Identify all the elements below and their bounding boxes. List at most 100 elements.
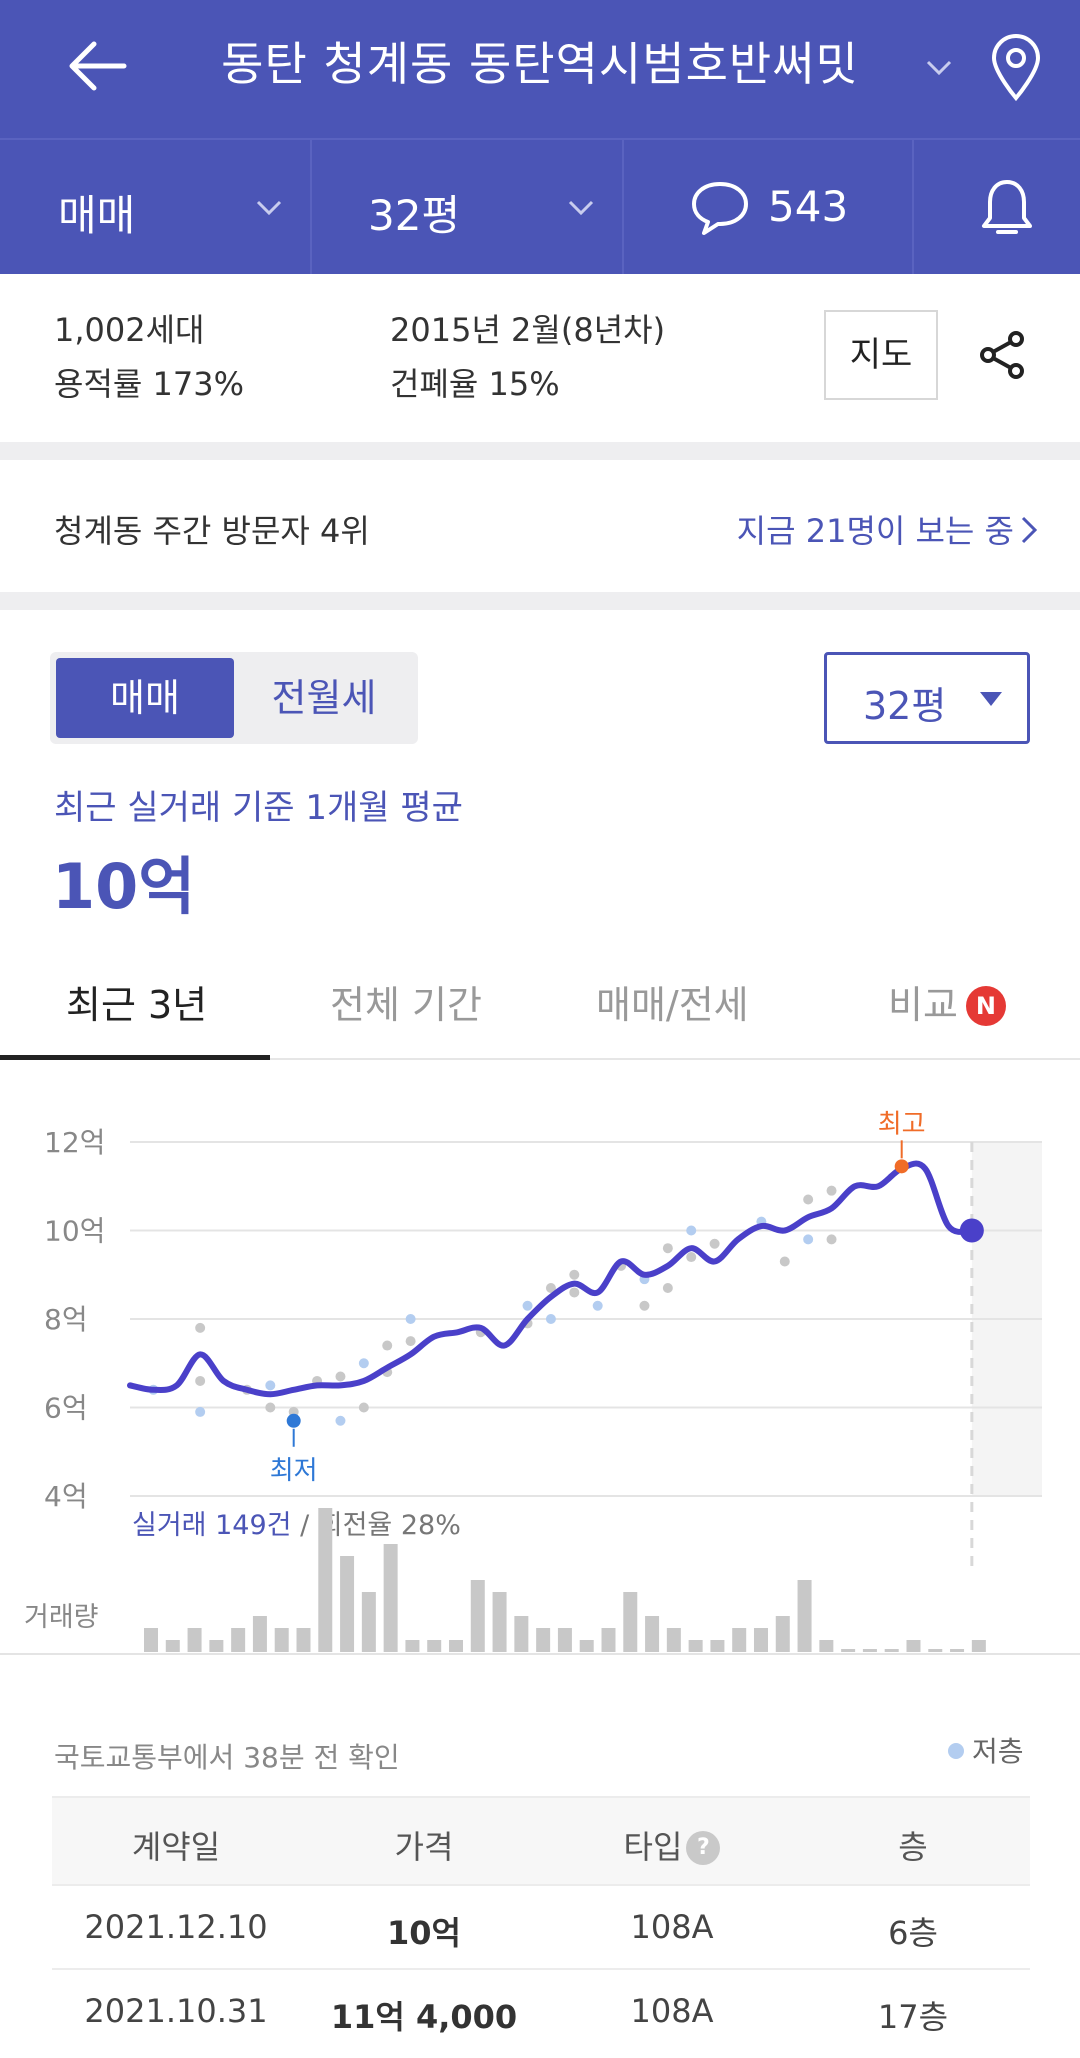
- volume-bar: [841, 1649, 856, 1652]
- floor-area-ratio: 용적률 173%: [54, 365, 244, 403]
- header-date: 계약일: [131, 1828, 221, 1866]
- transaction-point: [569, 1269, 580, 1280]
- price-trend-line: [127, 1160, 975, 1398]
- transaction-point: [335, 1415, 346, 1426]
- low-floor-dot: [948, 1743, 964, 1759]
- lowest-label: 최저: [270, 1456, 318, 1486]
- transaction-point: [779, 1256, 790, 1267]
- lowest-point: [286, 1413, 301, 1428]
- header-type: 타입?: [548, 1822, 796, 1868]
- transaction-point: [569, 1287, 580, 1298]
- transaction-point: [405, 1336, 416, 1347]
- transaction-point: [405, 1314, 416, 1324]
- transaction-point: [709, 1238, 720, 1249]
- volume-bar: [710, 1640, 725, 1652]
- volume-bar: [797, 1580, 812, 1652]
- chevron-down-icon: [568, 200, 594, 216]
- row-date: 2021.12.10: [84, 1908, 268, 1946]
- complex-info: 1,002세대 용적률 173% 2015년 2월(8년차) 건폐율 15% 지…: [0, 274, 1080, 442]
- tab-all-period[interactable]: 전체 기간: [330, 974, 482, 1029]
- volume-bar: [579, 1640, 594, 1652]
- map-pin-icon[interactable]: [988, 32, 1044, 102]
- volume-bar: [601, 1628, 616, 1652]
- app-header: 동탄 청계동 동탄역시범호반써밋: [0, 0, 1080, 138]
- volume-bar: [361, 1592, 376, 1652]
- row-price: 11억 4,000: [330, 1998, 518, 2036]
- volume-bar: [296, 1628, 311, 1652]
- tab-recent-3y[interactable]: 최근 3년: [66, 974, 207, 1029]
- volume-bar: [688, 1640, 703, 1652]
- segment-rent[interactable]: 전월세: [236, 658, 412, 738]
- table-row[interactable]: 2021.12.10 10억 108A 6층: [52, 1884, 1030, 1968]
- comments-button[interactable]: 543: [624, 140, 914, 274]
- transaction-point: [662, 1243, 673, 1254]
- volume-bar: [318, 1508, 333, 1652]
- row-floor: 17층: [877, 1998, 949, 2036]
- map-button[interactable]: 지도: [824, 310, 938, 400]
- transaction-point: [826, 1185, 837, 1196]
- transaction-point: [826, 1234, 837, 1245]
- tab-compare-label: 비교: [888, 983, 958, 1027]
- filter-bar: 매매 32평 543: [0, 138, 1080, 274]
- visitor-rank: 청계동 주간 방문자 4위: [54, 512, 370, 550]
- transaction-point: [686, 1252, 697, 1263]
- row-date: 2021.10.31: [84, 1992, 268, 2030]
- volume-bar: [775, 1616, 790, 1652]
- speech-bubble-icon: [692, 182, 748, 235]
- table-row[interactable]: 2021.10.31 11억 4,000 108A 17층: [52, 1968, 1030, 2052]
- y-tick-label: 12억: [44, 1126, 105, 1159]
- deal-type-dropdown[interactable]: 매매: [0, 140, 312, 274]
- volume-bar: [187, 1628, 202, 1652]
- volume-bar: [448, 1640, 463, 1652]
- volume-bar: [819, 1640, 834, 1652]
- y-tick-label: 6억: [44, 1392, 88, 1425]
- volume-bar: [645, 1616, 660, 1652]
- volume-bar: [252, 1616, 267, 1652]
- comment-count: 543: [768, 182, 849, 231]
- page-title[interactable]: 동탄 청계동 동탄역시범호반써밋: [190, 28, 890, 100]
- data-checked-note: 국토교통부에서 38분 전 확인: [54, 1741, 400, 1774]
- volume-bar: [231, 1628, 246, 1652]
- y-tick-label: 10억: [44, 1215, 105, 1248]
- volume-bar: [884, 1649, 899, 1652]
- volume-bar: [405, 1640, 420, 1652]
- transaction-point: [195, 1375, 206, 1386]
- current-price-point: [959, 1218, 984, 1243]
- transaction-point: [662, 1283, 673, 1294]
- help-icon[interactable]: ?: [686, 1831, 721, 1865]
- back-arrow-icon[interactable]: [60, 30, 132, 102]
- y-tick-label: 4억: [44, 1480, 88, 1513]
- volume-bar: [427, 1640, 442, 1652]
- transaction-point: [335, 1371, 346, 1382]
- volume-bar: [383, 1544, 398, 1652]
- tab-compare[interactable]: 비교 N: [888, 974, 1006, 1029]
- chevron-down-icon[interactable]: [922, 50, 956, 84]
- legend-low-floor-label: 저층: [972, 1735, 1024, 1768]
- price-chart[interactable]: 12억10억8억6억4억최고최저실거래 149건 / 회전율 28%거래량202…: [0, 1070, 1080, 1670]
- transaction-point: [358, 1402, 369, 1413]
- volume-bar: [557, 1628, 572, 1652]
- row-type: 108A: [630, 1908, 714, 1946]
- visitor-banner[interactable]: 청계동 주간 방문자 4위 지금 21명이 보는 중: [0, 460, 1080, 592]
- bell-icon: [982, 180, 1032, 234]
- volume-bar: [274, 1628, 289, 1652]
- row-floor: 6층: [888, 1914, 938, 1952]
- tab-sale-jeonse[interactable]: 매매/전세: [596, 974, 749, 1029]
- share-icon[interactable]: [978, 330, 1026, 380]
- table-header: 계약일 가격 타입? 층: [52, 1796, 1030, 1884]
- volume-bar: [666, 1628, 681, 1652]
- size-dropdown[interactable]: 32평: [312, 140, 624, 274]
- volume-bar: [732, 1628, 747, 1652]
- size-select[interactable]: 32평: [824, 652, 1030, 744]
- segment-sale[interactable]: 매매: [56, 658, 234, 738]
- volume-label: 거래량: [24, 1602, 99, 1633]
- alert-button[interactable]: [914, 140, 1080, 274]
- transaction-table: 계약일 가격 타입? 층 2021.12.10 10억 108A 6층 2021…: [52, 1796, 1030, 2052]
- transaction-point: [195, 1406, 206, 1417]
- transaction-point: [358, 1358, 369, 1369]
- section-divider: [0, 442, 1080, 460]
- volume-bar: [209, 1640, 224, 1652]
- now-watching-link[interactable]: 지금 21명이 보는 중: [737, 506, 1014, 552]
- transaction-point: [803, 1194, 814, 1205]
- size-select-label: 32평: [863, 684, 947, 728]
